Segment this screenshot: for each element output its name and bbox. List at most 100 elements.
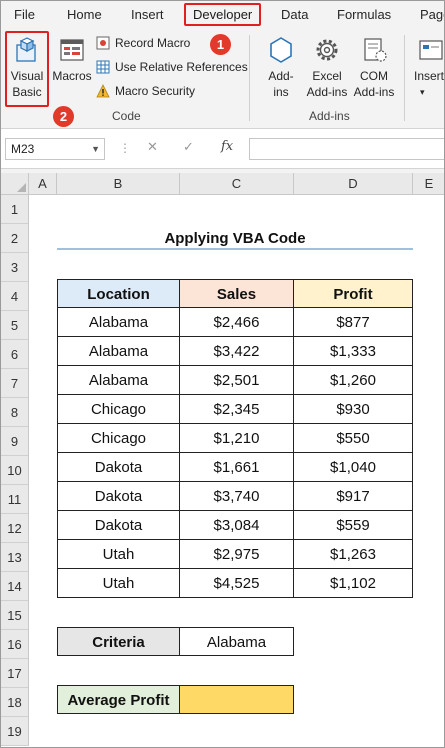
relative-references-button[interactable]: Use Relative References [96,60,248,74]
chevron-down-icon[interactable]: ▼ [91,139,100,159]
tab-page[interactable]: Page [420,7,444,22]
table-header-location[interactable]: Location [57,279,180,308]
row-header-1[interactable]: 1 [1,195,29,224]
column-header-d[interactable]: D [294,173,413,195]
row-header-19[interactable]: 19 [1,717,29,746]
select-all-corner[interactable] [1,173,29,195]
macros-icon [60,39,84,61]
row-header-3[interactable]: 3 [1,253,29,282]
visual-basic-button[interactable]: Visual Basic [7,35,47,100]
macros-button[interactable]: Macros [51,35,93,84]
macro-security-button[interactable]: Macro Security [96,84,195,98]
code-group-label: Code [112,109,141,123]
formula-input[interactable] [249,138,444,160]
table-cell-sales[interactable]: $1,210 [180,424,294,453]
table-cell-location[interactable]: Alabama [57,366,180,395]
formula-bar: M23 ▼ ⋮ ✕ ✓ fx [1,129,444,169]
row-header-5[interactable]: 5 [1,311,29,340]
table-cell-sales[interactable]: $3,740 [180,482,294,511]
table-cell-sales[interactable]: $2,975 [180,540,294,569]
step-1-badge: 1 [210,34,231,55]
table-cell-location[interactable]: Alabama [57,308,180,337]
table-cell-sales[interactable]: $2,345 [180,395,294,424]
table-cell-location[interactable]: Utah [57,540,180,569]
column-header-b[interactable]: B [57,173,180,195]
excel-add-ins-label: Excel Add-ins [306,69,348,99]
table-cell-location[interactable]: Chicago [57,424,180,453]
table-cell-location[interactable]: Dakota [57,511,180,540]
row-header-2[interactable]: 2 [1,224,29,253]
table-cell-profit[interactable]: $550 [294,424,413,453]
com-add-ins-button[interactable]: COM Add-ins [352,35,396,100]
row-header-4[interactable]: 4 [1,282,29,311]
record-macro-icon [96,36,110,50]
name-box[interactable]: M23 ▼ [5,138,105,160]
criteria-label-cell[interactable]: Criteria [57,627,180,656]
row-header-7[interactable]: 7 [1,369,29,398]
row-header-17[interactable]: 17 [1,659,29,688]
row-header-6[interactable]: 6 [1,340,29,369]
table-cell-profit[interactable]: $1,333 [294,337,413,366]
add-ins-button[interactable]: Add-ins [260,35,302,100]
average-profit-label-cell[interactable]: Average Profit [57,685,180,714]
table-cell-sales[interactable]: $1,661 [180,453,294,482]
tab-formulas[interactable]: Formulas [337,7,391,22]
table-cell-sales[interactable]: $3,422 [180,337,294,366]
table-cell-sales[interactable]: $2,501 [180,366,294,395]
table-header-sales[interactable]: Sales [180,279,294,308]
table-cell-sales[interactable]: $3,084 [180,511,294,540]
table-header-profit[interactable]: Profit [294,279,413,308]
tab-file[interactable]: File [14,7,35,22]
record-macro-button[interactable]: Record Macro [96,36,190,50]
row-header-18[interactable]: 18 [1,688,29,717]
table-cell-profit[interactable]: $877 [294,308,413,337]
tab-insert[interactable]: Insert [131,7,164,22]
row-header-13[interactable]: 13 [1,543,29,572]
tab-data[interactable]: Data [281,7,308,22]
table-cell-location[interactable]: Dakota [57,482,180,511]
criteria-value-cell[interactable]: Alabama [179,627,294,656]
table-cell-location[interactable]: Alabama [57,337,180,366]
table-cell-sales[interactable]: $2,466 [180,308,294,337]
column-header-c[interactable]: C [180,173,294,195]
table-cell-profit[interactable]: $1,260 [294,366,413,395]
table-cell-sales[interactable]: $4,525 [180,569,294,598]
visual-basic-icon [16,37,36,62]
tab-home[interactable]: Home [67,7,102,22]
relative-references-icon [96,60,110,74]
cancel-icon[interactable]: ✕ [147,139,158,155]
row-header-15[interactable]: 15 [1,601,29,630]
row-header-9[interactable]: 9 [1,427,29,456]
column-header-a[interactable]: A [29,173,57,195]
com-add-ins-label: COM Add-ins [353,69,395,99]
table-cell-profit[interactable]: $917 [294,482,413,511]
chevron-down-icon: ▾ [420,87,425,97]
table-cell-location[interactable]: Dakota [57,453,180,482]
row-header-16[interactable]: 16 [1,630,29,659]
table-cell-location[interactable]: Chicago [57,395,180,424]
more-icon: ⋮ [119,141,131,155]
visual-basic-label: Visual Basic [10,69,44,99]
tab-developer[interactable]: Developer [184,3,262,26]
column-header-e[interactable]: E [413,173,444,195]
table-cell-profit[interactable]: $1,102 [294,569,413,598]
row-header-12[interactable]: 12 [1,514,29,543]
table-cell-location[interactable]: Utah [57,569,180,598]
table-cell-profit[interactable]: $1,263 [294,540,413,569]
com-add-ins-icon [364,38,387,62]
row-header-11[interactable]: 11 [1,485,29,514]
insert-function-icon[interactable]: fx [221,139,233,154]
row-header-14[interactable]: 14 [1,572,29,601]
table-cell-profit[interactable]: $1,040 [294,453,413,482]
insert-controls-icon [419,40,443,60]
row-header-8[interactable]: 8 [1,398,29,427]
step-2-badge: 2 [53,106,74,127]
excel-add-ins-button[interactable]: Excel Add-ins [304,35,350,100]
insert-controls-button[interactable]: Insert ▾ [414,35,444,100]
row-header-10[interactable]: 10 [1,456,29,485]
table-cell-profit[interactable]: $930 [294,395,413,424]
enter-icon[interactable]: ✓ [183,139,194,155]
average-profit-value-cell[interactable] [179,685,294,714]
warning-icon [96,84,110,98]
table-cell-profit[interactable]: $559 [294,511,413,540]
